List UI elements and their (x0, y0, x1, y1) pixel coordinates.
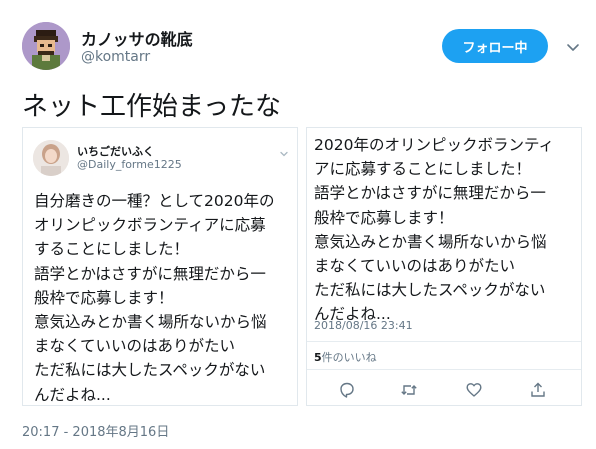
text-line: 語学とかはさすがに無理だから一 (314, 184, 546, 203)
author-avatar[interactable] (22, 22, 70, 70)
text-line: 自分磨きの一種？として2020年の (34, 192, 275, 210)
text-line: ただ私には大したスペックがない (34, 361, 266, 380)
retweet-icon[interactable] (400, 381, 418, 399)
chevron-down-icon[interactable] (278, 148, 290, 160)
tweet-timestamp[interactable]: 20:17 - 2018年8月16日 (22, 421, 169, 440)
text-line: 語学とかはさすがに無理だから一 (34, 264, 266, 283)
quoted-author-name[interactable]: いちごだいふく (77, 143, 154, 159)
quoted-tweet-card-right[interactable]: 2020年のオリンピックボランティ アに応募することにしました！ 語学とかはさす… (306, 127, 582, 406)
text-line: まなくていいのはありがたい (34, 337, 236, 356)
quoted-tweet-text: 2020年のオリンピックボランティ アに応募することにしました！ 語学とかはさす… (314, 133, 580, 327)
text-line: オリンピックボランティアに応募 (34, 216, 266, 235)
reply-icon[interactable] (338, 381, 356, 399)
likes-count[interactable]: 5件のいいね (314, 349, 377, 365)
divider (307, 369, 581, 370)
text-line: んだよね... (34, 385, 111, 404)
text-line: 2020年のオリンピックボランティ (314, 136, 555, 154)
quoted-tweet-timestamp[interactable]: 2018/08/16 23:41 (314, 319, 413, 332)
text-line: アに応募することにしました！ (314, 160, 532, 179)
text-line: 意気込みとか書く場所ないから悩 (34, 313, 267, 332)
likes-label: 件のいいね (321, 351, 377, 364)
share-icon[interactable] (529, 381, 547, 399)
like-icon[interactable] (465, 381, 483, 399)
text-line: することにしました！ (34, 240, 190, 259)
quoted-author-handle[interactable]: @Daily_forme1225 (77, 158, 182, 171)
quoted-tweet-card-left[interactable]: いちごだいふく @Daily_forme1225 自分磨きの一種？として2020… (22, 127, 298, 406)
tweet-text: ネット工作始まったな (22, 92, 281, 122)
divider (307, 341, 581, 342)
author-name[interactable]: カノッサの靴底 (81, 26, 193, 50)
text-line: 般枠で応募します！ (314, 208, 454, 227)
quoted-tweet-text: 自分磨きの一種？として2020年の オリンピックボランティアに応募 することにし… (34, 189, 296, 405)
text-line: ただ私には大したスペックがない (314, 281, 546, 300)
follow-button[interactable]: フォロー中 (442, 29, 548, 63)
text-line: 意気込みとか書く場所ないから悩 (314, 232, 547, 251)
author-handle[interactable]: @komtarr (81, 49, 150, 65)
text-line: まなくていいのはありがたい (314, 257, 516, 276)
text-line: 般枠で応募します！ (34, 288, 174, 307)
quoted-author-avatar[interactable] (33, 140, 69, 176)
likes-number: 5 (314, 351, 322, 364)
chevron-down-icon[interactable] (563, 37, 583, 57)
